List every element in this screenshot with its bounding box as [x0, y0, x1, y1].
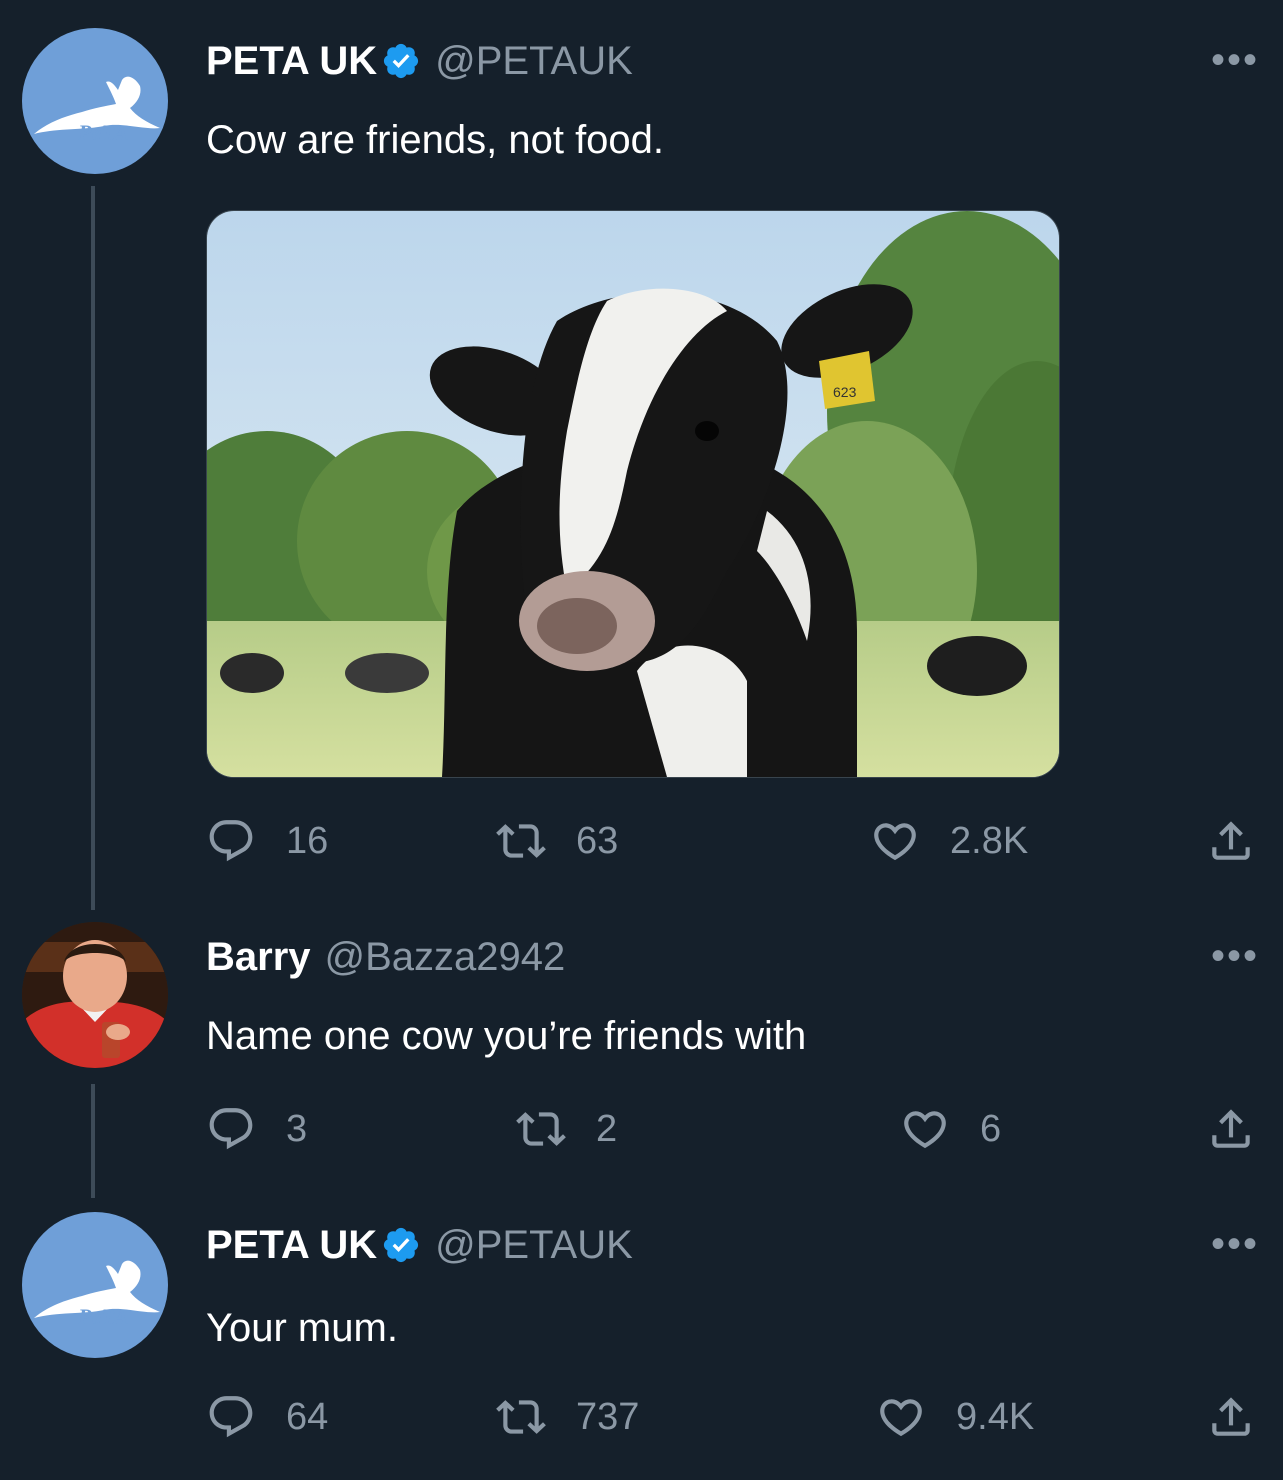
like-count: 6 [980, 1107, 1002, 1150]
barry-avatar[interactable] [22, 922, 168, 1068]
ear-tag-number: 623 [833, 384, 857, 400]
cow-photo: 623 [207, 211, 1059, 777]
peta-logo-icon: PeTA [34, 1260, 160, 1329]
peta-logo-text: PeTA [77, 1304, 128, 1329]
user-handle[interactable]: @PETAUK [435, 1223, 633, 1268]
verified-badge-icon [381, 41, 421, 81]
reply-icon [206, 1104, 256, 1154]
tweet-3[interactable]: PeTA PETA UK @PETAUK ••• Your mum. 64 73… [0, 1200, 1283, 1480]
share-icon [1206, 816, 1256, 866]
more-options-button[interactable]: ••• [1211, 40, 1259, 80]
retweet-button[interactable]: 63 [496, 816, 618, 866]
share-button[interactable] [1206, 816, 1256, 866]
tweet-2[interactable]: Barry @Bazza2942 ••• Name one cow you’re… [0, 900, 1283, 1200]
retweet-count: 2 [596, 1107, 618, 1150]
peta-uk-avatar[interactable]: PeTA [22, 28, 168, 174]
tweet-actions: 3 2 6 [206, 1104, 1266, 1164]
retweet-icon [496, 816, 546, 866]
share-icon [1206, 1392, 1256, 1442]
reply-button[interactable]: 64 [206, 1392, 328, 1442]
tweet-image[interactable]: 623 [206, 210, 1060, 778]
retweet-icon [496, 1392, 546, 1442]
peta-logo-text: PeTA [77, 120, 128, 145]
retweet-icon [516, 1104, 566, 1154]
like-icon [900, 1104, 950, 1154]
tweet-header: PETA UK @PETAUK [206, 36, 633, 86]
reply-icon [206, 816, 256, 866]
display-name[interactable]: Barry [206, 935, 311, 980]
like-button[interactable]: 6 [900, 1104, 1001, 1154]
like-button[interactable]: 2.8K [870, 816, 1028, 866]
like-count: 2.8K [950, 819, 1029, 862]
user-handle[interactable]: @Bazza2942 [325, 935, 566, 980]
barry-photo [22, 922, 168, 1068]
retweet-button[interactable]: 2 [516, 1104, 617, 1154]
like-count: 9.4K [956, 1395, 1035, 1438]
user-handle[interactable]: @PETAUK [435, 39, 633, 84]
tweet-text: Cow are friends, not food. [206, 118, 665, 162]
tweet-text: Name one cow you’re friends with [206, 1014, 807, 1058]
tweet-actions: 16 63 2.8K [206, 816, 1266, 876]
retweet-count: 737 [576, 1395, 640, 1438]
peta-logo-icon: PeTA [34, 76, 160, 145]
display-name[interactable]: PETA UK [206, 1223, 377, 1268]
tweet-1[interactable]: PeTA PETA UK @PETAUK ••• Cow are friends… [0, 0, 1283, 900]
reply-button[interactable]: 16 [206, 816, 328, 866]
reply-count: 16 [286, 819, 329, 862]
more-options-button[interactable]: ••• [1211, 1224, 1259, 1264]
tweet-header: PETA UK @PETAUK [206, 1220, 633, 1270]
reply-count: 64 [286, 1395, 329, 1438]
share-button[interactable] [1206, 1104, 1256, 1154]
like-button[interactable]: 9.4K [876, 1392, 1034, 1442]
like-icon [870, 816, 920, 866]
retweet-button[interactable]: 737 [496, 1392, 639, 1442]
peta-uk-avatar[interactable]: PeTA [22, 1212, 168, 1358]
share-icon [1206, 1104, 1256, 1154]
like-icon [876, 1392, 926, 1442]
share-button[interactable] [1206, 1392, 1256, 1442]
verified-badge-icon [381, 1225, 421, 1265]
more-options-button[interactable]: ••• [1211, 936, 1259, 976]
reply-icon [206, 1392, 256, 1442]
reply-button[interactable]: 3 [206, 1104, 307, 1154]
reply-count: 3 [286, 1107, 308, 1150]
retweet-count: 63 [576, 819, 619, 862]
display-name[interactable]: PETA UK [206, 39, 377, 84]
tweet-actions: 64 737 9.4K [206, 1392, 1266, 1452]
tweet-text: Your mum. [206, 1306, 398, 1350]
tweet-header: Barry @Bazza2942 [206, 932, 565, 982]
